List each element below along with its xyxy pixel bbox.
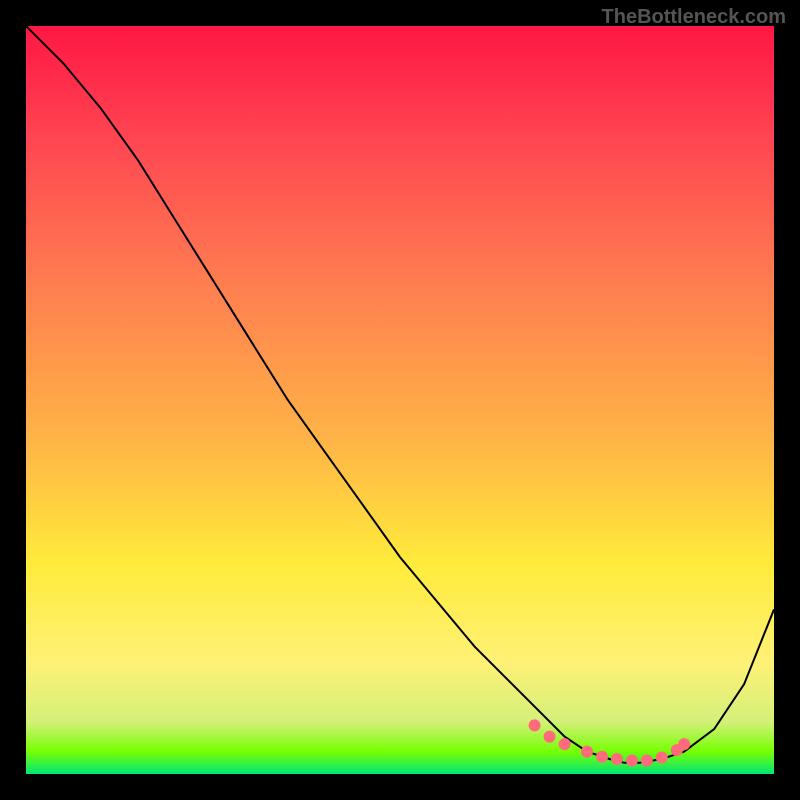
- highlight-dot: [641, 755, 653, 767]
- highlight-dot: [581, 746, 593, 758]
- highlight-dot: [529, 719, 541, 731]
- highlight-dot: [611, 753, 623, 765]
- highlight-dot: [544, 731, 556, 743]
- gradient-background: [26, 26, 774, 774]
- chart-plot-area: [26, 26, 774, 774]
- highlight-dot: [559, 738, 571, 750]
- highlight-dot: [626, 755, 638, 767]
- highlight-dot: [596, 751, 608, 763]
- chart-svg: [26, 26, 774, 774]
- watermark-text: TheBottleneck.com: [602, 6, 786, 29]
- highlight-dot: [678, 738, 690, 750]
- highlight-dot: [656, 752, 668, 764]
